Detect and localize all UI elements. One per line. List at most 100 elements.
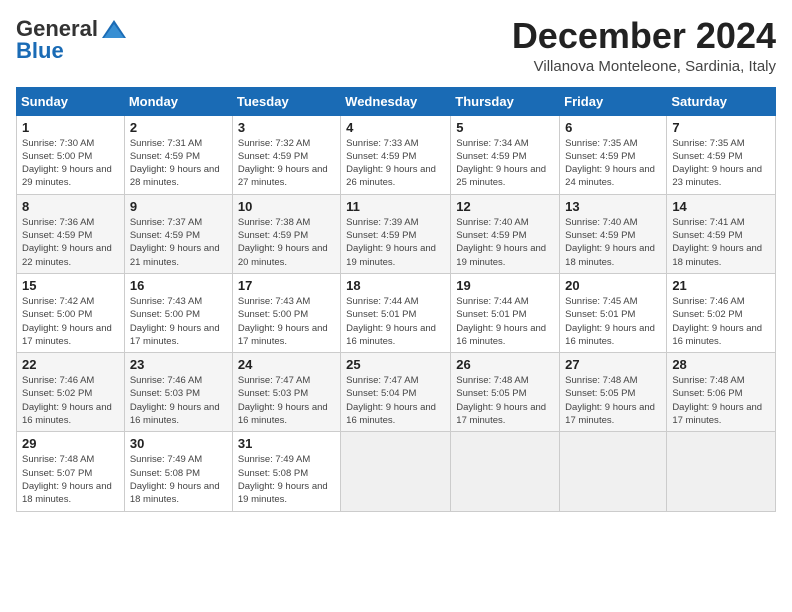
calendar-cell: 14 Sunrise: 7:41 AM Sunset: 4:59 PM Dayl…	[667, 194, 776, 273]
calendar-cell	[560, 432, 667, 511]
logo: General Blue	[16, 16, 128, 64]
day-info: Sunrise: 7:42 AM Sunset: 5:00 PM Dayligh…	[22, 295, 119, 348]
day-number: 22	[22, 357, 119, 372]
calendar-week-row: 1 Sunrise: 7:30 AM Sunset: 5:00 PM Dayli…	[17, 115, 776, 194]
calendar-cell: 22 Sunrise: 7:46 AM Sunset: 5:02 PM Dayl…	[17, 353, 125, 432]
logo-icon	[100, 18, 128, 40]
calendar-cell: 5 Sunrise: 7:34 AM Sunset: 4:59 PM Dayli…	[451, 115, 560, 194]
day-number: 5	[456, 120, 554, 135]
calendar-cell: 7 Sunrise: 7:35 AM Sunset: 4:59 PM Dayli…	[667, 115, 776, 194]
calendar-cell: 26 Sunrise: 7:48 AM Sunset: 5:05 PM Dayl…	[451, 353, 560, 432]
calendar-cell: 15 Sunrise: 7:42 AM Sunset: 5:00 PM Dayl…	[17, 273, 125, 352]
logo-blue-text: Blue	[16, 38, 64, 64]
day-number: 3	[238, 120, 335, 135]
day-number: 18	[346, 278, 445, 293]
day-number: 20	[565, 278, 661, 293]
day-number: 28	[672, 357, 770, 372]
col-header-tuesday: Tuesday	[232, 87, 340, 115]
calendar-cell: 12 Sunrise: 7:40 AM Sunset: 4:59 PM Dayl…	[451, 194, 560, 273]
calendar-cell: 19 Sunrise: 7:44 AM Sunset: 5:01 PM Dayl…	[451, 273, 560, 352]
day-info: Sunrise: 7:45 AM Sunset: 5:01 PM Dayligh…	[565, 295, 661, 348]
day-info: Sunrise: 7:44 AM Sunset: 5:01 PM Dayligh…	[456, 295, 554, 348]
calendar-table: SundayMondayTuesdayWednesdayThursdayFrid…	[16, 87, 776, 512]
calendar-cell: 13 Sunrise: 7:40 AM Sunset: 4:59 PM Dayl…	[560, 194, 667, 273]
calendar-week-row: 22 Sunrise: 7:46 AM Sunset: 5:02 PM Dayl…	[17, 353, 776, 432]
col-header-wednesday: Wednesday	[341, 87, 451, 115]
day-info: Sunrise: 7:47 AM Sunset: 5:04 PM Dayligh…	[346, 374, 445, 427]
day-info: Sunrise: 7:40 AM Sunset: 4:59 PM Dayligh…	[565, 216, 661, 269]
location-title: Villanova Monteleone, Sardinia, Italy	[512, 58, 776, 75]
day-info: Sunrise: 7:37 AM Sunset: 4:59 PM Dayligh…	[130, 216, 227, 269]
day-number: 10	[238, 199, 335, 214]
day-info: Sunrise: 7:38 AM Sunset: 4:59 PM Dayligh…	[238, 216, 335, 269]
day-number: 25	[346, 357, 445, 372]
page-header: General Blue December 2024 Villanova Mon…	[16, 16, 776, 75]
calendar-cell: 8 Sunrise: 7:36 AM Sunset: 4:59 PM Dayli…	[17, 194, 125, 273]
calendar-week-row: 8 Sunrise: 7:36 AM Sunset: 4:59 PM Dayli…	[17, 194, 776, 273]
month-title: December 2024	[512, 16, 776, 56]
day-number: 31	[238, 436, 335, 451]
calendar-cell: 21 Sunrise: 7:46 AM Sunset: 5:02 PM Dayl…	[667, 273, 776, 352]
calendar-cell: 17 Sunrise: 7:43 AM Sunset: 5:00 PM Dayl…	[232, 273, 340, 352]
day-info: Sunrise: 7:44 AM Sunset: 5:01 PM Dayligh…	[346, 295, 445, 348]
day-number: 8	[22, 199, 119, 214]
day-number: 15	[22, 278, 119, 293]
day-number: 23	[130, 357, 227, 372]
calendar-cell: 4 Sunrise: 7:33 AM Sunset: 4:59 PM Dayli…	[341, 115, 451, 194]
day-info: Sunrise: 7:33 AM Sunset: 4:59 PM Dayligh…	[346, 137, 445, 190]
day-info: Sunrise: 7:49 AM Sunset: 5:08 PM Dayligh…	[238, 453, 335, 506]
calendar-cell: 18 Sunrise: 7:44 AM Sunset: 5:01 PM Dayl…	[341, 273, 451, 352]
calendar-cell: 30 Sunrise: 7:49 AM Sunset: 5:08 PM Dayl…	[124, 432, 232, 511]
calendar-cell: 11 Sunrise: 7:39 AM Sunset: 4:59 PM Dayl…	[341, 194, 451, 273]
day-number: 9	[130, 199, 227, 214]
day-info: Sunrise: 7:35 AM Sunset: 4:59 PM Dayligh…	[565, 137, 661, 190]
calendar-cell: 6 Sunrise: 7:35 AM Sunset: 4:59 PM Dayli…	[560, 115, 667, 194]
calendar-cell: 10 Sunrise: 7:38 AM Sunset: 4:59 PM Dayl…	[232, 194, 340, 273]
day-info: Sunrise: 7:41 AM Sunset: 4:59 PM Dayligh…	[672, 216, 770, 269]
calendar-cell: 9 Sunrise: 7:37 AM Sunset: 4:59 PM Dayli…	[124, 194, 232, 273]
day-number: 6	[565, 120, 661, 135]
day-info: Sunrise: 7:35 AM Sunset: 4:59 PM Dayligh…	[672, 137, 770, 190]
day-number: 14	[672, 199, 770, 214]
day-info: Sunrise: 7:47 AM Sunset: 5:03 PM Dayligh…	[238, 374, 335, 427]
day-info: Sunrise: 7:39 AM Sunset: 4:59 PM Dayligh…	[346, 216, 445, 269]
calendar-cell	[451, 432, 560, 511]
day-info: Sunrise: 7:46 AM Sunset: 5:03 PM Dayligh…	[130, 374, 227, 427]
day-info: Sunrise: 7:46 AM Sunset: 5:02 PM Dayligh…	[22, 374, 119, 427]
col-header-saturday: Saturday	[667, 87, 776, 115]
day-number: 13	[565, 199, 661, 214]
calendar-week-row: 15 Sunrise: 7:42 AM Sunset: 5:00 PM Dayl…	[17, 273, 776, 352]
day-info: Sunrise: 7:46 AM Sunset: 5:02 PM Dayligh…	[672, 295, 770, 348]
calendar-cell: 31 Sunrise: 7:49 AM Sunset: 5:08 PM Dayl…	[232, 432, 340, 511]
day-info: Sunrise: 7:32 AM Sunset: 4:59 PM Dayligh…	[238, 137, 335, 190]
day-number: 1	[22, 120, 119, 135]
day-number: 19	[456, 278, 554, 293]
day-info: Sunrise: 7:31 AM Sunset: 4:59 PM Dayligh…	[130, 137, 227, 190]
day-info: Sunrise: 7:49 AM Sunset: 5:08 PM Dayligh…	[130, 453, 227, 506]
calendar-cell: 20 Sunrise: 7:45 AM Sunset: 5:01 PM Dayl…	[560, 273, 667, 352]
calendar-cell: 3 Sunrise: 7:32 AM Sunset: 4:59 PM Dayli…	[232, 115, 340, 194]
day-number: 26	[456, 357, 554, 372]
calendar-cell: 29 Sunrise: 7:48 AM Sunset: 5:07 PM Dayl…	[17, 432, 125, 511]
day-number: 27	[565, 357, 661, 372]
calendar-cell: 2 Sunrise: 7:31 AM Sunset: 4:59 PM Dayli…	[124, 115, 232, 194]
calendar-cell: 25 Sunrise: 7:47 AM Sunset: 5:04 PM Dayl…	[341, 353, 451, 432]
calendar-cell: 28 Sunrise: 7:48 AM Sunset: 5:06 PM Dayl…	[667, 353, 776, 432]
calendar-cell: 16 Sunrise: 7:43 AM Sunset: 5:00 PM Dayl…	[124, 273, 232, 352]
day-number: 2	[130, 120, 227, 135]
day-number: 4	[346, 120, 445, 135]
day-info: Sunrise: 7:43 AM Sunset: 5:00 PM Dayligh…	[130, 295, 227, 348]
calendar-cell: 1 Sunrise: 7:30 AM Sunset: 5:00 PM Dayli…	[17, 115, 125, 194]
day-number: 30	[130, 436, 227, 451]
day-info: Sunrise: 7:34 AM Sunset: 4:59 PM Dayligh…	[456, 137, 554, 190]
day-info: Sunrise: 7:48 AM Sunset: 5:06 PM Dayligh…	[672, 374, 770, 427]
calendar-cell	[341, 432, 451, 511]
day-info: Sunrise: 7:48 AM Sunset: 5:05 PM Dayligh…	[456, 374, 554, 427]
col-header-thursday: Thursday	[451, 87, 560, 115]
calendar-cell: 23 Sunrise: 7:46 AM Sunset: 5:03 PM Dayl…	[124, 353, 232, 432]
day-number: 11	[346, 199, 445, 214]
day-number: 29	[22, 436, 119, 451]
day-number: 7	[672, 120, 770, 135]
day-info: Sunrise: 7:36 AM Sunset: 4:59 PM Dayligh…	[22, 216, 119, 269]
calendar-header-row: SundayMondayTuesdayWednesdayThursdayFrid…	[17, 87, 776, 115]
